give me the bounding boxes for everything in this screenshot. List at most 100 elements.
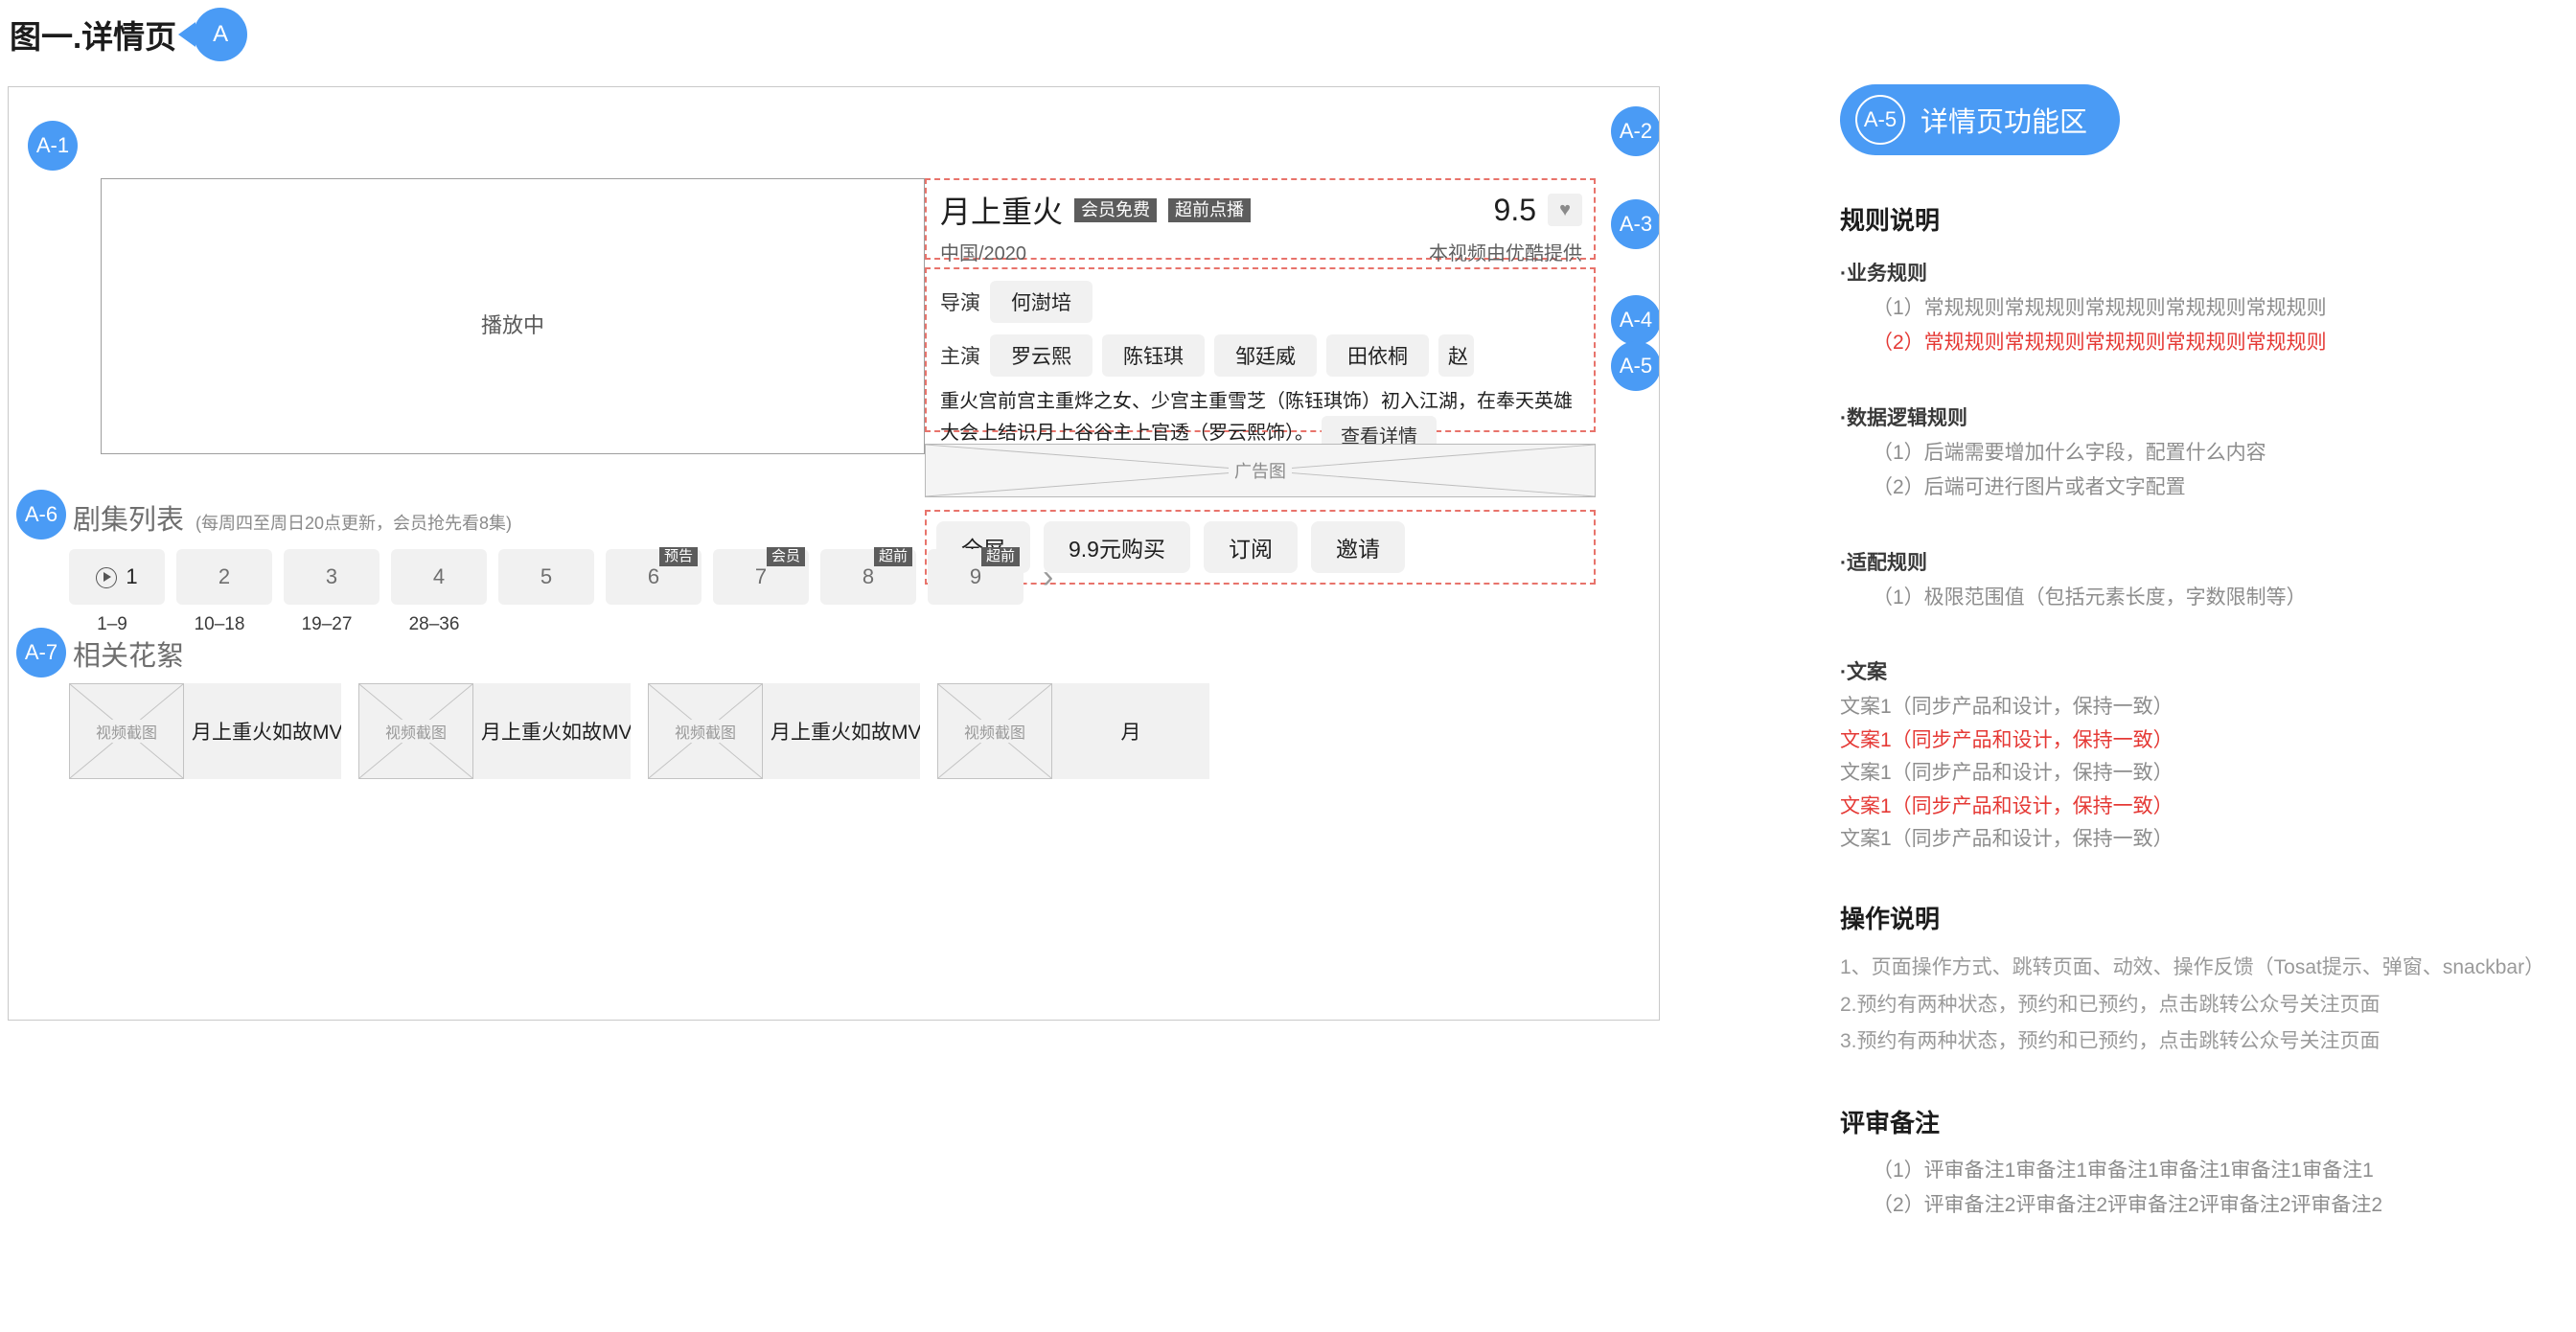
heart-glyph: ♥ [1559, 200, 1571, 219]
ad-banner-placeholder[interactable]: 广告图 [925, 444, 1596, 497]
title-block: 月上重火 会员免费 超前点播 9.5 ♥ 中国/2020 本视频由优酷提供 [925, 178, 1596, 260]
provider-label: 本视频由优酷提供 [1429, 238, 1582, 265]
episode-badge: 超前 [874, 547, 912, 566]
episode-number: 3 [326, 564, 337, 589]
clip-title: 月上重火如故MV守 [473, 683, 631, 779]
marker-a2-label: A-2 [1620, 121, 1652, 142]
marker-a4-label: A-4 [1620, 310, 1652, 331]
business-rule-item: （1）常规规则常规规则常规规则常规规则常规规则 [1873, 294, 2549, 323]
cast-row: 主演 罗云熙 陈钰琪 邹廷威 田依桐 赵 [940, 334, 1580, 377]
review-heading: 评审备注 [1840, 1104, 2549, 1139]
subscribe-button[interactable]: 订阅 [1204, 521, 1298, 573]
related-title: 相关花絮 [73, 633, 184, 674]
marker-a5: A-5 [1611, 341, 1660, 391]
video-player[interactable]: 播放中 [101, 178, 925, 454]
episode-range-tab[interactable]: 10–18 [183, 614, 256, 635]
episode-range-tab[interactable]: 28–36 [398, 614, 471, 635]
marker-a4: A-4 [1611, 295, 1660, 345]
data-rule-item: （1）后端需要增加什么字段，配置什么内容 [1873, 439, 2549, 468]
related-clip-card[interactable]: 视频截图 月上重火如故MV守 [69, 683, 341, 779]
documentation-panel: A-5 详情页功能区 规则说明 ·业务规则 （1）常规规则常规规则常规规则常规规… [1840, 84, 2549, 1227]
data-rule-item: （2）后端可进行图片或者文字配置 [1873, 473, 2549, 502]
favorite-heart-icon[interactable]: ♥ [1548, 194, 1582, 226]
copy-title: ·文案 [1840, 656, 2549, 685]
copy-line: 文案1（同步产品和设计，保持一致） [1840, 759, 2549, 788]
thumbnail-label: 视频截图 [672, 720, 739, 743]
episode-cell[interactable]: 1 [69, 549, 165, 605]
episodes-title: 剧集列表 [73, 497, 184, 538]
adapt-rule-item: （1）极限范围值（包括元素长度，字数限制等） [1873, 584, 2549, 612]
episodes-header: 剧集列表 (每周四至周日20点更新，会员抢先看8集) [73, 497, 512, 538]
spacer [1840, 509, 2549, 526]
episode-cell[interactable]: 预告 6 [606, 549, 702, 605]
marker-a5-label: A-5 [1620, 356, 1652, 377]
related-clip-card[interactable]: 视频截图 月上重火如故MV守 [358, 683, 631, 779]
director-row: 导演 何澍培 [940, 281, 1580, 323]
episode-cell[interactable]: 2 [176, 549, 272, 605]
marker-a6-label: A-6 [25, 504, 58, 525]
business-rule-item: （2）常规规则常规规则常规规则常规规则常规规则 [1873, 329, 2549, 357]
figure-callout-label: A [213, 23, 228, 46]
clip-title: 月 [1052, 683, 1209, 779]
chevron-right-icon[interactable]: › [1043, 561, 1053, 593]
clip-title: 月上重火如故MV守 [184, 683, 341, 779]
episode-cell[interactable]: 超前 9 [928, 549, 1024, 605]
director-label: 导演 [940, 287, 980, 316]
wireframe-panel: A-1 播放中 月上重火 会员免费 超前点播 9.5 ♥ 中国/2020 本视频… [8, 86, 1660, 1021]
invite-button[interactable]: 邀请 [1311, 521, 1405, 573]
doc-header-badge: A-5 [1855, 95, 1905, 145]
business-rules-title: ·业务规则 [1840, 258, 2549, 287]
review-note-item: （2）评审备注2评审备注2评审备注2评审备注2评审备注2 [1873, 1191, 2549, 1220]
episode-number: 7 [755, 564, 767, 589]
episode-cell[interactable]: 超前 8 [820, 549, 916, 605]
related-clip-row: 视频截图 月上重火如故MV守 视频截图 月上重火如故MV守 [69, 683, 1209, 779]
episode-range-tab[interactable]: 19–27 [290, 614, 363, 635]
episode-cell[interactable]: 会员 7 [713, 549, 809, 605]
copy-line: 文案1（同步产品和设计，保持一致） [1840, 792, 2549, 821]
synopsis-text: 重火宫前宫主重烨之女、少宫主重雪芝（陈钰琪饰）初入江湖，在奉天英雄大会上结识月上… [940, 391, 1573, 444]
episode-range-tabs: 1–9 10–18 19–27 28–36 [76, 614, 471, 635]
copy-line: 文案1（同步产品和设计，保持一致） [1840, 825, 2549, 854]
episode-number: 2 [218, 564, 230, 589]
review-note-item: （1）评审备注1审备注1审备注1审备注1审备注1审备注1 [1873, 1157, 2549, 1185]
video-thumbnail-placeholder: 视频截图 [937, 683, 1052, 779]
episode-badge: 超前 [981, 547, 1020, 566]
director-chip[interactable]: 何澍培 [990, 281, 1092, 323]
operations-heading: 操作说明 [1840, 900, 2549, 935]
episode-cell[interactable]: 4 [391, 549, 487, 605]
rules-heading: 规则说明 [1840, 201, 2549, 237]
operation-item: 3.预约有两种状态，预约和已预约，点击跳转公众号关注页面 [1840, 1026, 2549, 1058]
marker-a2: A-2 [1611, 106, 1660, 156]
cast-block: 导演 何澍培 主演 罗云熙 陈钰琪 邹廷威 田依桐 赵 重火宫前宫主重烨之女、少… [925, 267, 1596, 432]
related-clip-card[interactable]: 视频截图 月上重火如故MV守 [648, 683, 920, 779]
player-status-label: 播放中 [102, 309, 924, 339]
marker-a1: A-1 [28, 121, 78, 171]
related-clip-card[interactable]: 视频截图 月 [937, 683, 1209, 779]
marker-a1-label: A-1 [36, 135, 69, 156]
video-thumbnail-placeholder: 视频截图 [69, 683, 184, 779]
doc-header-badge-label: A-5 [1864, 109, 1897, 130]
marker-a7: A-7 [16, 628, 66, 677]
tag-vip-free: 会员免费 [1074, 198, 1157, 222]
episode-range-tab[interactable]: 1–9 [76, 614, 149, 635]
cast-chip[interactable]: 赵 [1438, 334, 1474, 377]
page-title: 图一.详情页 [10, 11, 176, 57]
marker-a3: A-3 [1611, 199, 1660, 249]
cast-chip[interactable]: 田依桐 [1326, 334, 1429, 377]
cast-chip[interactable]: 邹廷威 [1214, 334, 1317, 377]
episode-number: 8 [862, 564, 874, 589]
video-thumbnail-placeholder: 视频截图 [358, 683, 473, 779]
episode-number: 9 [970, 564, 981, 589]
region-year-label: 中国/2020 [940, 238, 1026, 265]
episode-cell[interactable]: 5 [498, 549, 594, 605]
cast-chip[interactable]: 罗云熙 [990, 334, 1092, 377]
purchase-button[interactable]: 9.9元购买 [1044, 521, 1190, 573]
marker-a6: A-6 [16, 490, 66, 540]
ad-banner-label: 广告图 [1229, 458, 1292, 483]
episode-cell[interactable]: 3 [284, 549, 380, 605]
copy-line: 文案1（同步产品和设计，保持一致） [1840, 693, 2549, 722]
data-rules-title: ·数据逻辑规则 [1840, 402, 2549, 431]
cast-chip[interactable]: 陈钰琪 [1102, 334, 1205, 377]
rating-score: 9.5 [1494, 193, 1536, 228]
video-thumbnail-placeholder: 视频截图 [648, 683, 763, 779]
